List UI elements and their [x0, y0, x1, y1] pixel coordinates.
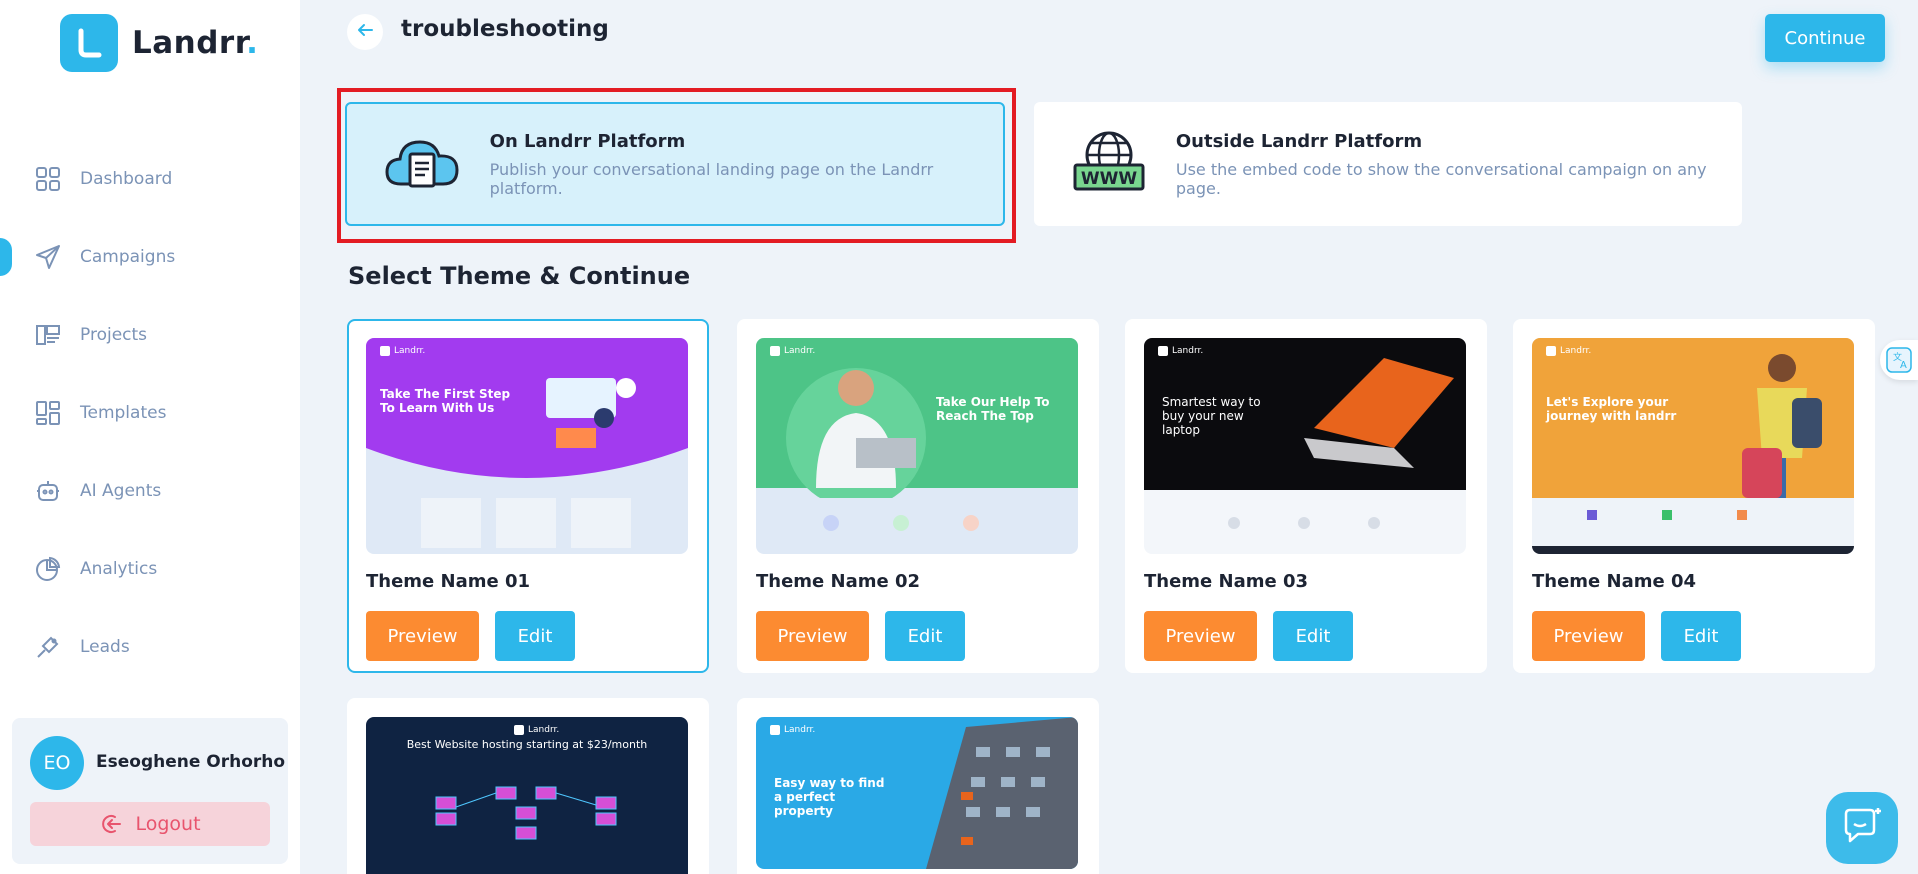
theme-name: Theme Name 02 — [756, 571, 921, 592]
page-title: troubleshooting — [401, 16, 609, 42]
platform-title: Outside Landrr Platform — [1175, 130, 1423, 152]
cloud-document-icon — [381, 122, 464, 206]
sidebar-item-label: Projects — [80, 325, 148, 345]
preview-button[interactable]: Preview — [756, 611, 869, 661]
globe-www-icon: WWW — [1068, 122, 1150, 206]
theme-thumbnail[interactable]: Landrr. Take The First Step To Learn Wit… — [366, 338, 688, 554]
theme-thumbnail[interactable]: Landrr. Take Our Help To Reach The Top — [756, 338, 1078, 554]
theme-hero-text: Easy way to find a perfect property — [774, 776, 885, 818]
sidebar-item-templates[interactable]: Templates — [0, 374, 300, 452]
preview-button[interactable]: Preview — [1144, 611, 1257, 661]
preview-button[interactable]: Preview — [366, 611, 479, 661]
platform-option-outside-landrr[interactable]: WWW Outside Landrr Platform Use the embe… — [1034, 102, 1742, 226]
paper-plane-icon — [34, 243, 62, 271]
chat-bubble-icon — [1840, 804, 1884, 852]
templates-icon — [34, 399, 62, 427]
theme-thumbnail[interactable]: Landrr. Best Website hosting starting at… — [366, 717, 688, 874]
sidebar-item-dashboard[interactable]: Dashboard — [0, 140, 300, 218]
theme-brand: Landrr. — [770, 346, 815, 356]
theme-card[interactable]: Landrr. Take The First Step To Learn Wit… — [347, 319, 709, 673]
user-card: EO Eseoghene Orhorho Logout — [12, 718, 288, 864]
sidebar-item-campaigns[interactable]: Campaigns — [0, 218, 300, 296]
theme-hero-text: Take The First Step To Learn With Us — [380, 387, 511, 415]
sidebar-item-label: Templates — [80, 403, 167, 423]
pie-chart-icon — [34, 555, 62, 583]
section-title: Select Theme & Continue — [348, 262, 691, 290]
sidebar-item-label: Dashboard — [80, 169, 173, 189]
edit-button[interactable]: Edit — [495, 611, 575, 661]
platform-description: Publish your conversational landing page… — [489, 159, 934, 198]
theme-card[interactable]: Landrr. Best Website hosting starting at… — [347, 698, 709, 874]
grid-icon — [34, 165, 62, 193]
sidebar-item-analytics[interactable]: Analytics — [0, 530, 300, 608]
logout-button[interactable]: Logout — [30, 802, 270, 846]
brand-logo[interactable]: Landrr. — [60, 14, 258, 72]
sidebar: Landrr. Dashboard Campaigns Projects Tem… — [0, 0, 300, 874]
theme-card[interactable]: Landrr. Take Our Help To Reach The Top T… — [737, 319, 1099, 673]
theme-card[interactable]: Landrr. Easy way to find a perfect prope… — [737, 698, 1099, 874]
preview-button[interactable]: Preview — [1532, 611, 1645, 661]
sidebar-nav: Dashboard Campaigns Projects Templates A… — [0, 140, 300, 686]
sidebar-item-ai-agents[interactable]: AI Agents — [0, 452, 300, 530]
sidebar-item-leads[interactable]: Leads — [0, 608, 300, 686]
theme-card[interactable]: Landrr. Smartest way to buy your new lap… — [1125, 319, 1487, 673]
projects-icon — [34, 321, 62, 349]
user-name: Eseoghene Orhorho — [96, 752, 286, 772]
theme-brand: Landrr. — [1546, 346, 1591, 356]
theme-brand: Landrr. — [1158, 346, 1203, 356]
sidebar-item-projects[interactable]: Projects — [0, 296, 300, 374]
sidebar-item-label: AI Agents — [80, 481, 162, 501]
theme-thumbnail[interactable]: Landrr. Easy way to find a perfect prope… — [756, 717, 1078, 869]
theme-hero-text: Let's Explore your journey with landrr — [1546, 395, 1677, 423]
svg-text:WWW: WWW — [1081, 169, 1138, 189]
theme-thumbnail[interactable]: Landrr. Let's Explore your journey with … — [1532, 338, 1854, 554]
avatar[interactable]: EO — [30, 736, 84, 790]
sidebar-item-label: Campaigns — [80, 247, 176, 267]
sidebar-item-label: Analytics — [80, 559, 158, 579]
edit-button[interactable]: Edit — [885, 611, 965, 661]
translate-icon[interactable]: 文A — [1880, 340, 1918, 380]
platform-description: Use the embed code to show the conversat… — [1175, 159, 1707, 198]
theme-name: Theme Name 04 — [1532, 571, 1697, 592]
brand-name: Landrr. — [132, 25, 259, 61]
theme-name: Theme Name 01 — [366, 571, 531, 592]
theme-card[interactable]: Landrr. Let's Explore your journey with … — [1513, 319, 1875, 673]
theme-hero-text: Take Our Help To Reach The Top — [936, 395, 1050, 423]
back-button[interactable] — [347, 14, 383, 50]
chat-support-button[interactable] — [1826, 792, 1898, 864]
sidebar-item-label: Leads — [80, 637, 130, 657]
robot-icon — [34, 477, 62, 505]
theme-brand: Landrr. — [770, 725, 815, 735]
logo-mark-icon — [60, 14, 118, 72]
edit-button[interactable]: Edit — [1661, 611, 1741, 661]
leads-icon — [34, 633, 62, 661]
continue-button[interactable]: Continue — [1765, 14, 1885, 62]
theme-brand: Landrr. — [380, 346, 425, 356]
logout-icon — [99, 812, 123, 836]
theme-name: Theme Name 03 — [1144, 571, 1309, 592]
edit-button[interactable]: Edit — [1273, 611, 1353, 661]
theme-thumbnail[interactable]: Landrr. Smartest way to buy your new lap… — [1144, 338, 1466, 554]
svg-text:A: A — [1900, 360, 1907, 371]
theme-brand: Landrr. — [514, 725, 559, 735]
arrow-left-icon — [356, 21, 374, 43]
theme-hero-text: Best Website hosting starting at $23/mon… — [406, 738, 648, 751]
platform-title: On Landrr Platform — [489, 130, 686, 152]
theme-hero-text: Smartest way to buy your new laptop — [1162, 395, 1261, 437]
logout-label: Logout — [135, 813, 201, 835]
platform-option-on-landrr[interactable]: On Landrr Platform Publish your conversa… — [345, 102, 1005, 226]
